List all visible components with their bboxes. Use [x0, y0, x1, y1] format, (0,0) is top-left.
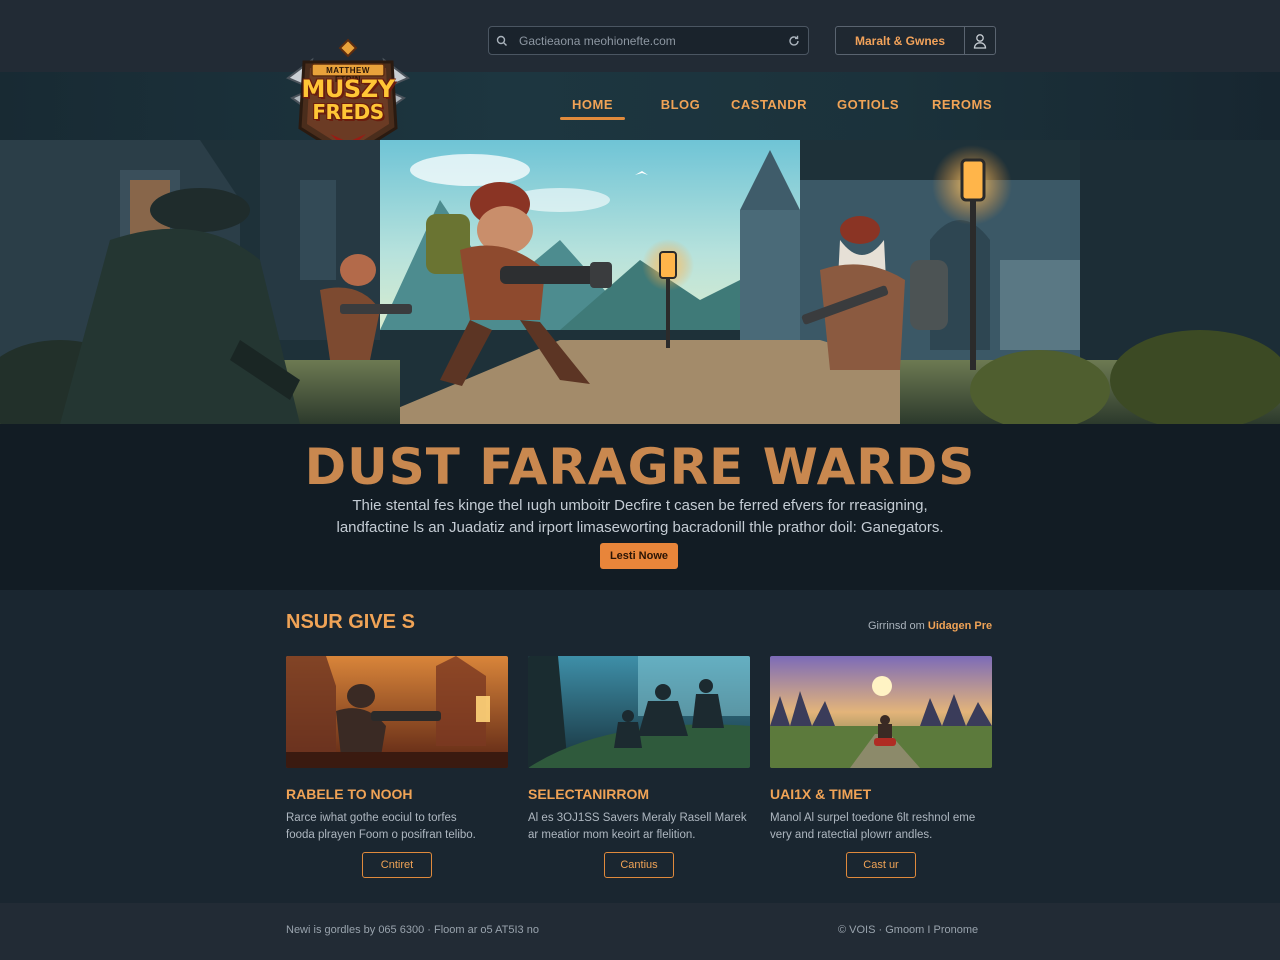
card-3-description: Manol Al surpel toedone 6lt reshnol eme …: [770, 810, 992, 844]
card-1-title: RABELE TO NOOH: [286, 786, 413, 802]
card-2-description: Al es 3OJ1SS Savers Meraly Rasell Marek …: [528, 810, 750, 844]
card-1-description: Rarce iwhat gothe eociul to torfes fooda…: [286, 810, 508, 844]
card-3-button[interactable]: Cast ur: [846, 852, 916, 878]
card-1-button[interactable]: Cntiret: [362, 852, 432, 878]
section-link-strong[interactable]: Uidagen Pre: [928, 620, 992, 632]
hero-desc-line-2: landfactine ls an Juadatiz and irport li…: [336, 519, 944, 536]
hero-title: DUST FARAGRE WARDS: [304, 438, 976, 496]
nav-home[interactable]: HOME: [560, 96, 625, 120]
nav-blog[interactable]: BLOG: [656, 96, 705, 118]
search-icon: [489, 35, 515, 47]
card-3-title: UAI1X & TIMET: [770, 786, 872, 802]
logo-line-1: MUSZY: [301, 75, 395, 103]
card-3-desc-line-2: very and ratectial plowrr andles.: [770, 829, 933, 841]
game-card-1[interactable]: RABELE TO NOOH Rarce iwhat gothe eociul …: [286, 656, 508, 886]
card-2-image[interactable]: [528, 656, 750, 768]
card-2-title: SELECTANIRROM: [528, 786, 650, 802]
user-icon[interactable]: [964, 27, 995, 54]
refresh-icon[interactable]: [780, 34, 808, 48]
card-3-desc-line-1: Manol Al surpel toedone 6lt reshnol eme: [770, 812, 976, 824]
card-2-desc-line-2: ar meatior mom keoirt ar flelition.: [528, 829, 696, 841]
nav-reroms[interactable]: REROMS: [931, 96, 993, 118]
account-button[interactable]: Maralt & Gwnes: [835, 26, 996, 55]
card-1-desc-line-1: Rarce iwhat gothe eociul to torfes: [286, 812, 457, 824]
hero-cta-button[interactable]: Lesti Nowe: [600, 543, 678, 569]
section-title: NSUR GIVE S: [286, 611, 415, 633]
main-nav: HOME BLOG CASTANDR GOTIOLS REROMS: [560, 96, 993, 120]
nav-gotiols[interactable]: GOTIOLS: [836, 96, 900, 118]
nav-castandr[interactable]: CASTANDR: [729, 96, 809, 118]
account-label[interactable]: Maralt & Gwnes: [836, 27, 964, 54]
card-2-desc-line-1: Al es 3OJ1SS Savers Meraly Rasell Marek: [528, 812, 747, 824]
game-card-3[interactable]: UAI1X & TIMET Manol Al surpel toedone 6l…: [770, 656, 992, 886]
nav-home-label[interactable]: HOME: [560, 96, 625, 112]
card-1-image[interactable]: [286, 656, 508, 768]
footer-left-text: Newi is gordles by 065 6300 · Floom ar o…: [286, 924, 539, 936]
nav-castandr-label[interactable]: CASTANDR: [729, 96, 809, 112]
footer: [0, 903, 1280, 960]
section-link-prefix[interactable]: Girrinsd om: [868, 620, 928, 632]
hero-illustration: [0, 140, 1280, 424]
card-1-desc-line-2: fooda plrayen Foom o posifran telibo.: [286, 829, 476, 841]
search-input[interactable]: Gactieaona meohionefte.com: [515, 34, 780, 48]
card-3-image[interactable]: [770, 656, 992, 768]
section-view-all-link[interactable]: Girrinsd om Uidagen Pre: [868, 620, 992, 632]
logo-line-2: FREDS: [312, 100, 384, 124]
game-card-2[interactable]: SELECTANIRROM Al es 3OJ1SS Savers Meraly…: [528, 656, 750, 886]
nav-reroms-label[interactable]: REROMS: [931, 96, 993, 112]
search-box[interactable]: Gactieaona meohionefte.com: [488, 26, 809, 55]
nav-gotiols-label[interactable]: GOTIOLS: [836, 96, 900, 112]
nav-blog-label[interactable]: BLOG: [656, 96, 705, 112]
footer-right-links[interactable]: © VOIS · Gmoom I Pronome: [838, 924, 978, 936]
hero-desc-line-1: Thie stental fes kinge thel ıugh umboitr…: [352, 497, 928, 514]
card-2-button[interactable]: Cantius: [604, 852, 674, 878]
hero-description: Thie stental fes kinge thel ıugh umboitr…: [300, 495, 980, 539]
